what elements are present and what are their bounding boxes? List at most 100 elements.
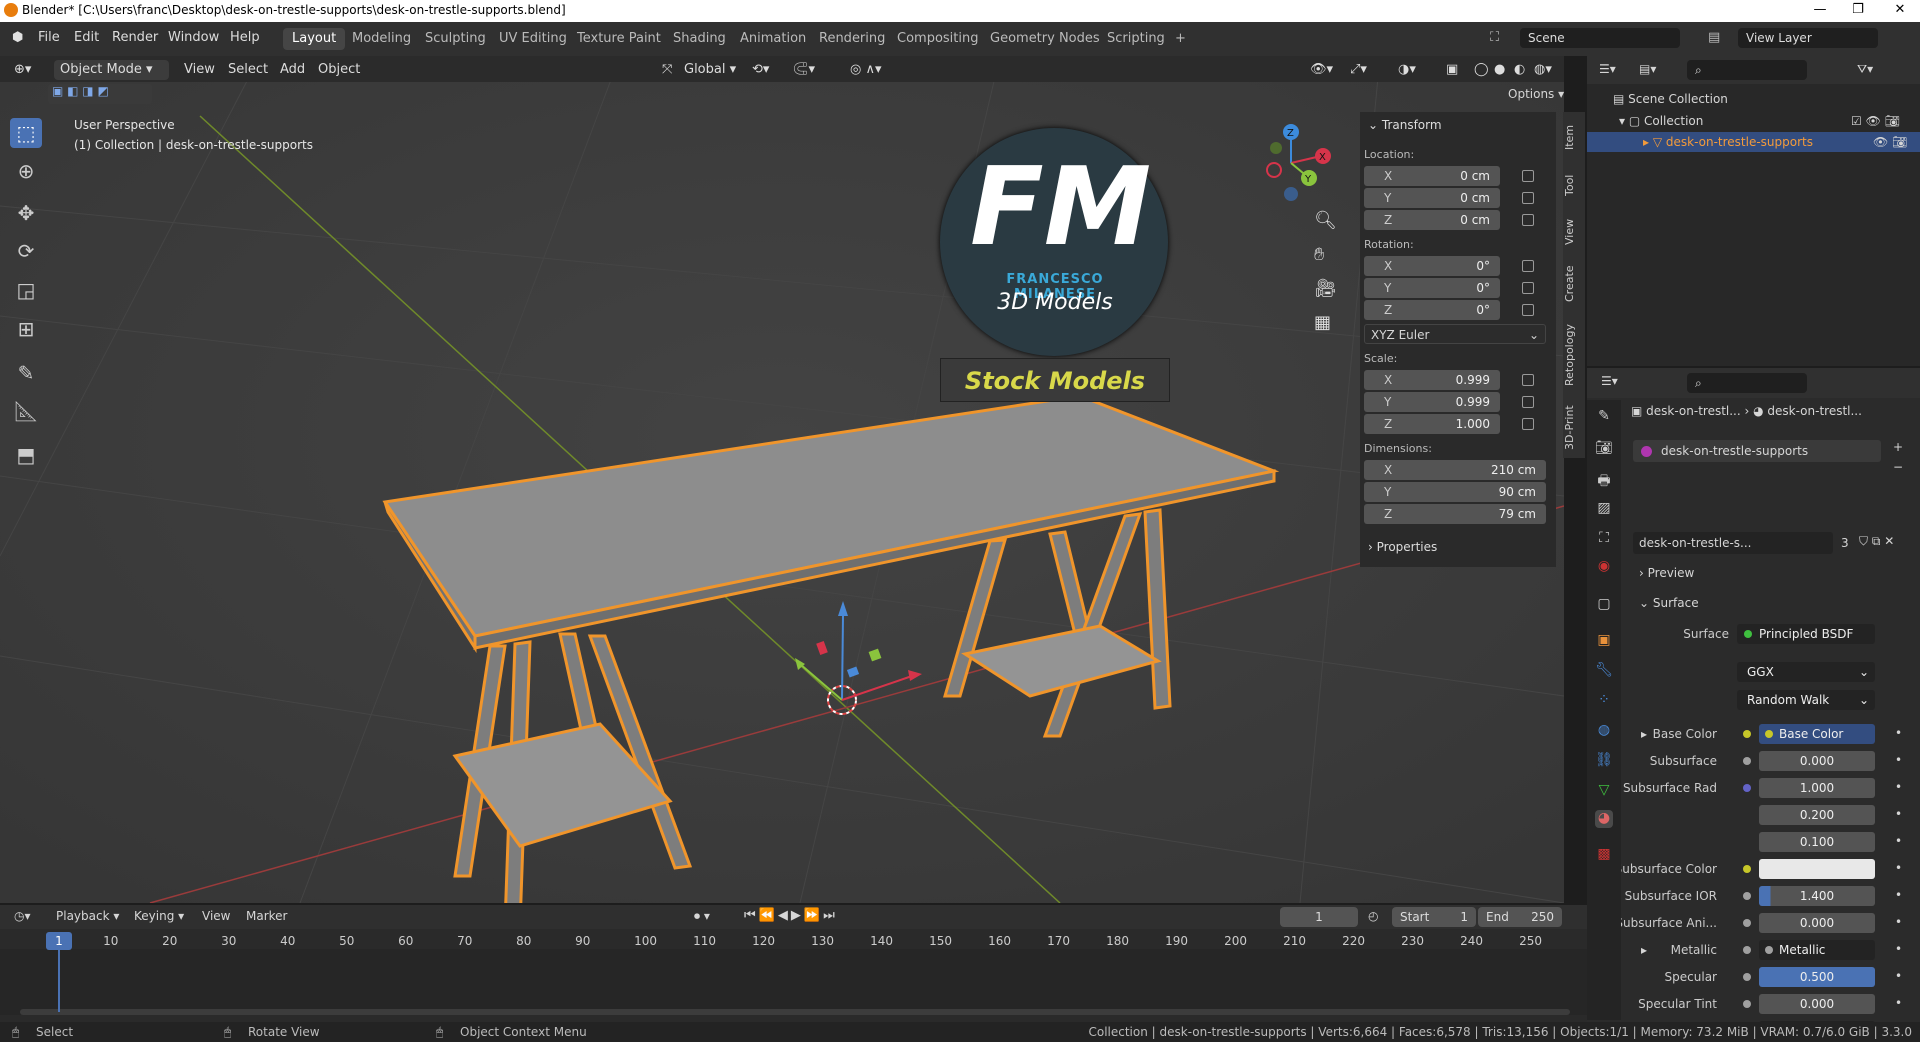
location-x[interactable]: X0 cm: [1364, 166, 1500, 186]
keyframe-dot-icon[interactable]: •: [1895, 861, 1902, 875]
shader-input-value[interactable]: 0.200: [1759, 805, 1875, 825]
keyframe-dot-icon[interactable]: •: [1895, 807, 1902, 821]
output-tab-icon[interactable]: 🖶︎: [1595, 470, 1613, 489]
shading-solid-icon[interactable]: ●: [1494, 60, 1505, 80]
keyframe-dot-icon[interactable]: •: [1895, 915, 1902, 929]
side-tab-view[interactable]: View: [1563, 208, 1585, 256]
shader-input-value[interactable]: Base Color: [1759, 724, 1875, 744]
start-frame-field[interactable]: Start 1: [1392, 907, 1476, 927]
shader-input-value[interactable]: Metallic: [1759, 940, 1875, 960]
proportional-edit-icon[interactable]: ◎ ∧▾: [850, 60, 882, 80]
data-tab-icon[interactable]: ▽: [1595, 782, 1613, 800]
scene-tab-icon[interactable]: ⛶: [1595, 530, 1613, 548]
timeline-editor-icon[interactable]: ◷▾: [14, 909, 31, 923]
grid-view-icon[interactable]: ▦: [1314, 312, 1331, 333]
keyframe-dot-icon[interactable]: •: [1895, 888, 1902, 902]
shader-input-value[interactable]: 0.000: [1759, 913, 1875, 933]
scale-z[interactable]: Z 1.000: [1364, 414, 1500, 434]
options-dropdown[interactable]: Options ▾: [1508, 84, 1578, 104]
minimize-icon[interactable]: —: [1810, 2, 1830, 17]
cursor-tool[interactable]: ⊕: [10, 156, 42, 186]
preview-panel-header[interactable]: › Preview: [1639, 566, 1694, 580]
add-cube-tool[interactable]: ⬒: [10, 440, 42, 470]
lock-icon[interactable]: [1522, 260, 1534, 272]
properties-search-input[interactable]: ⌕: [1687, 373, 1807, 393]
keyframe-dot-icon[interactable]: •: [1895, 726, 1902, 740]
remove-slot-icon[interactable]: −: [1893, 460, 1903, 474]
side-tab-retopology[interactable]: Retopology: [1563, 312, 1585, 398]
expand-icon[interactable]: ▸: [1641, 943, 1647, 957]
transform-orientation-icon[interactable]: ⤧: [662, 60, 672, 80]
rotation-x[interactable]: X 0°: [1364, 256, 1500, 276]
filter-icon[interactable]: ⛛▾: [1857, 62, 1873, 77]
lock-icon[interactable]: [1522, 396, 1534, 408]
socket-icon[interactable]: [1743, 730, 1751, 738]
view-layer-selector[interactable]: View Layer: [1738, 28, 1878, 48]
keyframe-dot-icon[interactable]: •: [1895, 780, 1902, 794]
preview-range-icon[interactable]: ◴: [1368, 909, 1378, 923]
lock-icon[interactable]: [1522, 192, 1534, 204]
tool-tab-icon[interactable]: ✎: [1595, 408, 1613, 426]
object-row-selected[interactable]: ▸ ▽ desk-on-trestle-supports 👁︎ 📷︎: [1587, 132, 1920, 152]
menu-help[interactable]: Help: [230, 30, 260, 45]
blender-menu-icon[interactable]: ⬢: [12, 30, 23, 45]
navigation-gizmo[interactable]: Z X Y: [1246, 118, 1336, 208]
snap-icon[interactable]: 🧲︎▾: [792, 60, 815, 80]
surface-panel-header[interactable]: ⌄ Surface: [1639, 596, 1699, 610]
visibility-eye-icon[interactable]: 👁︎ 📷︎: [1873, 135, 1907, 149]
tab-scripting[interactable]: Scripting: [1098, 28, 1174, 50]
constraints-tab-icon[interactable]: ⛓︎: [1595, 752, 1613, 770]
shader-input-value[interactable]: 1.000: [1759, 778, 1875, 798]
socket-icon[interactable]: [1743, 973, 1751, 981]
overlay-toggle-icon[interactable]: ◑▾: [1398, 60, 1416, 80]
timeline-menu-view[interactable]: View: [202, 909, 230, 923]
add-slot-icon[interactable]: +: [1893, 440, 1903, 454]
shader-input-value[interactable]: 0.100: [1759, 832, 1875, 852]
shading-rendered-icon[interactable]: ◍▾: [1534, 60, 1552, 80]
zoom-icon[interactable]: 🔍︎: [1314, 210, 1337, 231]
side-tab-item[interactable]: Item: [1563, 112, 1585, 162]
add-workspace-button[interactable]: +: [1166, 28, 1195, 50]
tab-geometry-nodes[interactable]: Geometry Nodes: [981, 28, 1109, 50]
keyframe-dot-icon[interactable]: •: [1895, 753, 1902, 767]
tab-modeling[interactable]: Modeling: [343, 28, 420, 50]
shader-input-value[interactable]: [1759, 859, 1875, 879]
world-tab-icon[interactable]: ◉: [1595, 558, 1613, 576]
visibility-icon[interactable]: 👁︎▾: [1310, 60, 1333, 80]
surface-shader-field[interactable]: Principled BSDF: [1737, 624, 1875, 644]
keyframe-dot-icon[interactable]: •: [1895, 942, 1902, 956]
distribution-dropdown[interactable]: GGX ⌄: [1737, 662, 1875, 682]
menu-file[interactable]: File: [38, 30, 60, 45]
timeline-menu-marker[interactable]: Marker: [246, 909, 287, 923]
fake-user-icon[interactable]: ⛉ ⧉ ✕: [1859, 534, 1894, 549]
transform-tool[interactable]: ⊞: [10, 314, 42, 344]
playback-controls-icon[interactable]: ⏮⏪◀▶⏩⏭: [744, 908, 838, 923]
tab-sculpting[interactable]: Sculpting: [416, 28, 495, 50]
xray-toggle-icon[interactable]: ▣: [1446, 60, 1458, 80]
timeline-menu-playback[interactable]: Playback ▾: [56, 909, 119, 923]
record-icon[interactable]: ⏺ ▾: [694, 909, 710, 924]
scale-tool[interactable]: ◲: [10, 275, 42, 305]
keyframe-dot-icon[interactable]: •: [1895, 996, 1902, 1010]
socket-icon[interactable]: [1743, 946, 1751, 954]
checkbox-icon[interactable]: ☑ 👁︎ 📷︎: [1851, 114, 1900, 128]
socket-icon[interactable]: [1743, 784, 1751, 792]
tab-animation[interactable]: Animation: [731, 28, 815, 50]
socket-icon[interactable]: [1743, 919, 1751, 927]
shading-wireframe-icon[interactable]: ◯: [1474, 60, 1489, 80]
socket-icon[interactable]: [1743, 757, 1751, 765]
select-mode-buttons[interactable]: ▣ ◧ ◨ ◩: [48, 84, 152, 104]
viewport-3d[interactable]: Z X Y 🔍︎ ✋︎ 🎥︎ ▦: [0, 56, 1564, 903]
material-slot[interactable]: desk-on-trestle-supports: [1633, 440, 1881, 462]
scale-x[interactable]: X 0.999: [1364, 370, 1500, 390]
tab-texture-paint[interactable]: Texture Paint: [568, 28, 670, 50]
view-layer-tab-icon[interactable]: ▨: [1595, 500, 1613, 518]
close-icon[interactable]: ✕: [1890, 2, 1910, 17]
keyframe-area[interactable]: [0, 949, 1587, 1015]
lock-icon[interactable]: [1522, 214, 1534, 226]
properties-editor-icon[interactable]: ☰▾: [1601, 374, 1618, 388]
collection-row[interactable]: ▾ ▢ Collection: [1619, 114, 1703, 128]
current-frame-field[interactable]: 1: [1280, 907, 1358, 927]
side-tab-3d-print[interactable]: 3D-Print: [1563, 398, 1585, 458]
socket-icon[interactable]: [1743, 1000, 1751, 1008]
